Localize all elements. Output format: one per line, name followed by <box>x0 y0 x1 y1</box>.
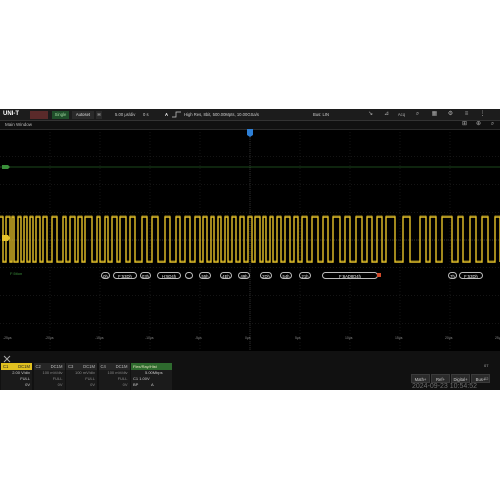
bus-decode-packet[interactable]: 49h <box>238 271 250 279</box>
bus-marker <box>2 165 10 169</box>
search-icon[interactable]: ⌕ <box>488 120 497 129</box>
side-readout-top: 07 <box>484 363 489 368</box>
display-icon[interactable]: ▦ <box>430 110 439 119</box>
trigger-position-marker <box>247 129 253 137</box>
trigger-rate: 5.00Mbps <box>145 370 163 375</box>
more-icon[interactable]: ⋮ <box>478 110 487 119</box>
bus-decode-packet[interactable]: 2Dh <box>260 271 272 279</box>
channel-coupling: DC1M <box>50 364 63 369</box>
window-title: Main Window <box>5 122 33 127</box>
channel-offset: 0V <box>25 382 30 387</box>
channel-bw: FULL <box>117 376 128 381</box>
zoom-in-icon[interactable]: ⊕ <box>474 120 483 129</box>
top-toolbar: UNI-T Single Autoset H 5.00 μs/div 0 s A… <box>0 109 500 121</box>
bus-decode-packet[interactable]: 54h <box>280 271 292 279</box>
channel-coupling: DC1M <box>18 364 30 369</box>
math-button[interactable]: Math+ <box>411 374 430 383</box>
time-tick-label: -20μs <box>45 336 54 340</box>
channel-bw: FULL <box>85 376 95 381</box>
zoom-icon[interactable]: ⌕ <box>413 110 422 119</box>
channel-scale: 100 mV/div <box>74 370 95 375</box>
channel-name: C2 <box>35 364 41 369</box>
acquisition-info[interactable]: High Res, 8bit, 500.00Mpts, 10.00GSa/s <box>184 111 259 118</box>
bus-decode-packet[interactable]: F:6AD8D4h <box>322 271 378 279</box>
channel-offset: 0V <box>90 382 95 387</box>
time-tick-label: -25μs <box>3 336 12 340</box>
timebase-readout[interactable]: 5.00 μs/div <box>115 111 135 118</box>
bus-decode-packet[interactable]: ... <box>185 271 193 279</box>
time-tick-label: 20μs <box>445 336 453 340</box>
trigger-panel[interactable]: Flex/Ray/Hist 5.00Mbps C1 1.00V BP A <box>131 363 172 390</box>
acquire-label: A <box>165 112 169 117</box>
bus-label: F:5tion <box>10 271 23 276</box>
trigger-slope: A <box>151 382 154 387</box>
trigger-type: Flex/Ray/Hist <box>133 364 157 369</box>
side-readout-bottom: 02 <box>484 376 489 381</box>
single-button[interactable]: Single <box>52 110 69 119</box>
waveform-area[interactable] <box>0 129 500 351</box>
trigger-level: C1 1.00V <box>133 376 150 381</box>
ref-button[interactable]: Ref+ <box>431 374 450 383</box>
channel-scale: 100 mV/div <box>42 370 63 375</box>
channel-header: C2 DC1M <box>33 363 65 370</box>
channel-card-c3[interactable]: C3 DC1M 100 mV/div FULL 0V <box>66 363 97 390</box>
time-tick-label: 25μs <box>495 336 500 340</box>
trigger-edge-icon <box>172 111 181 118</box>
digital-button[interactable]: Digital+ <box>451 374 470 383</box>
datetime: 2024-09-23 10:54:52 <box>412 383 477 390</box>
menu-icon[interactable]: ≡ <box>462 110 471 119</box>
bus-decode-packet[interactable]: 7h <box>448 271 457 279</box>
bus-decode-packet[interactable]: 03h <box>140 271 151 279</box>
channel-card-c2[interactable]: C2 DC1M 100 mV/div FULL 0V <box>33 363 65 390</box>
channel-coupling: DC1M <box>115 364 128 369</box>
channel-header: C1 DC1M <box>1 363 32 370</box>
measure-icon[interactable]: ⊿ <box>382 110 391 119</box>
bus-decode-packet[interactable]: 0h <box>101 271 110 279</box>
bus-decode-packet[interactable]: 55h <box>199 271 211 279</box>
bus-info[interactable]: Bus: LIN <box>313 111 329 118</box>
cursor-icon[interactable]: ↘ <box>366 110 375 119</box>
channel-name: C3 <box>68 364 74 369</box>
channel-bw: FULL <box>52 376 63 381</box>
autoset-button[interactable]: Autoset <box>72 110 94 119</box>
run-stop-button[interactable] <box>30 110 48 119</box>
bus-decode-packet[interactable]: H:5D4h <box>157 271 181 279</box>
oscilloscope-screen: UNI-T Single Autoset H 5.00 μs/div 0 s A… <box>0 109 500 390</box>
utility-icon[interactable]: ⚙ <box>446 110 455 119</box>
time-tick-label: -5μs <box>195 336 202 340</box>
time-tick-label: -10μs <box>145 336 154 340</box>
delay-readout[interactable]: 0 s <box>143 111 149 118</box>
time-tick-label: 0μs <box>245 336 251 340</box>
bus-decode-packet[interactable]: F:53Dh <box>113 271 137 279</box>
channel-header: C4 DC1M <box>98 363 130 370</box>
channel-name: C1 <box>3 364 9 369</box>
channel-scale: 2.00 V/div <box>12 370 30 375</box>
acquire-icon[interactable]: Acq <box>397 110 406 119</box>
channel-scale: 100 mV/div <box>107 370 128 375</box>
channel-header: C3 DC1M <box>66 363 97 370</box>
channel-card-c4[interactable]: C4 DC1M 100 mV/div FULL 0V <box>98 363 130 390</box>
channel-name: C4 <box>100 364 106 369</box>
grid-icon[interactable]: ⊞ <box>460 120 469 129</box>
bus-decode-packet[interactable]: 21h <box>299 271 311 279</box>
time-tick-label: 10μs <box>345 336 353 340</box>
channel-bw: FULL <box>20 376 30 381</box>
close-panel-icon[interactable] <box>3 355 11 363</box>
bus-decode-packet[interactable]: F:53Dh <box>459 271 483 279</box>
channel-offset: 0V <box>57 382 63 387</box>
channel-card-c1[interactable]: C1 DC1M 2.00 V/div FULL 0V <box>1 363 32 390</box>
time-tick-label: -15μs <box>95 336 104 340</box>
horizontal-button[interactable]: H <box>96 110 102 119</box>
brand-logo: UNI-T <box>3 111 19 117</box>
time-tick-label: 5μs <box>295 336 301 340</box>
channel-coupling: DC1M <box>83 364 95 369</box>
bus-decode-packet[interactable]: 4Eh <box>220 271 232 279</box>
bus-error-marker <box>377 273 381 277</box>
time-tick-label: 15μs <box>395 336 403 340</box>
trigger-mode: BP <box>133 382 139 387</box>
channel-offset: 0V <box>122 382 128 387</box>
